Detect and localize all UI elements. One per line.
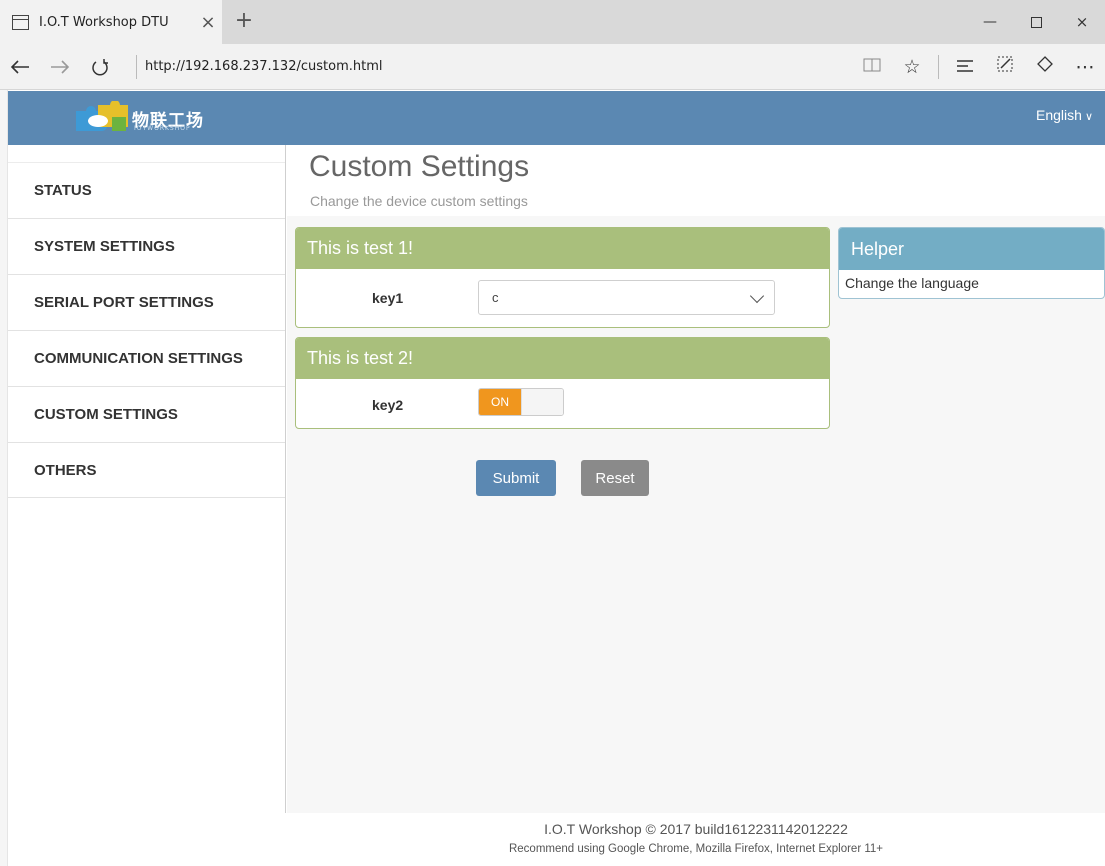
maximize-button[interactable] [1013, 0, 1059, 44]
footer: I.O.T Workshop © 2017 build1612231142012… [287, 813, 1105, 866]
page-icon [12, 14, 29, 30]
url-divider [136, 54, 137, 79]
app-header: 物联工场 IOTWORKSHOP English ∨ [8, 91, 1105, 145]
switch-on-label: ON [479, 389, 521, 415]
refresh-icon[interactable] [80, 44, 120, 90]
maximize-icon [1030, 16, 1042, 28]
browser-nav-bar: http://192.168.237.132/custom.html ☆ ⋯ [0, 44, 1105, 90]
panel-title: This is test 2! [296, 338, 829, 379]
sidebar-item-serial-port-settings[interactable]: SERIAL PORT SETTINGS [8, 274, 285, 330]
sidebar-item-system-settings[interactable]: SYSTEM SETTINGS [8, 218, 285, 274]
minimize-button[interactable]: — [967, 0, 1013, 44]
helper-text: Change the language [845, 275, 979, 291]
sidebar-item-label: SYSTEM SETTINGS [34, 238, 175, 255]
sidebar-item-label: STATUS [34, 182, 92, 199]
form-row-key2: key2 ON [296, 379, 829, 428]
sidebar: STATUS SYSTEM SETTINGS SERIAL PORT SETTI… [8, 145, 286, 813]
share-icon[interactable] [1025, 55, 1065, 78]
key1-label: key1 [372, 290, 404, 306]
close-tab-icon[interactable]: × [194, 12, 222, 33]
sidebar-item-communication-settings[interactable]: COMMUNICATION SETTINGS [8, 330, 285, 386]
reading-view-icon[interactable] [852, 56, 892, 78]
key2-switch[interactable]: ON [478, 388, 564, 416]
form-row-key1: key1 c [296, 269, 829, 327]
new-tab-icon[interactable]: + [232, 8, 256, 33]
sidebar-item-status[interactable]: STATUS [8, 162, 285, 218]
browser-tab[interactable]: I.O.T Workshop DTU × [0, 0, 222, 44]
switch-handle[interactable] [521, 389, 563, 415]
web-note-icon[interactable] [985, 55, 1025, 78]
chevron-down-icon [749, 288, 765, 304]
panel-test-1: This is test 1! key1 c [295, 227, 830, 328]
helper-title: Helper [839, 228, 1104, 270]
language-selector[interactable]: English ∨ [1036, 107, 1093, 123]
window-left-edge [0, 90, 8, 866]
sidebar-item-custom-settings[interactable]: CUSTOM SETTINGS [8, 386, 285, 442]
logo-subtext: IOTWORKSHOP [134, 125, 191, 132]
sidebar-item-label: COMMUNICATION SETTINGS [34, 350, 243, 367]
key1-select[interactable]: c [478, 280, 775, 315]
browser-toolbar-right: ☆ ⋯ [852, 44, 1105, 90]
sidebar-item-label: SERIAL PORT SETTINGS [34, 294, 214, 311]
helper-panel: Helper Change the language [838, 227, 1105, 299]
language-label: English [1036, 107, 1082, 123]
address-bar[interactable]: http://192.168.237.132/custom.html [145, 59, 852, 74]
page-title: Custom Settings [309, 150, 530, 183]
panel-title: This is test 1! [296, 228, 829, 269]
submit-button[interactable]: Submit [476, 460, 556, 496]
footer-browser-note: Recommend using Google Chrome, Mozilla F… [508, 843, 884, 855]
hub-icon[interactable] [945, 56, 985, 78]
window-controls: — × [967, 0, 1105, 44]
puzzle-logo-icon [76, 100, 128, 131]
reset-button[interactable]: Reset [581, 460, 649, 496]
sidebar-item-label: OTHERS [34, 461, 97, 479]
sidebar-item-others[interactable]: OTHERS [8, 442, 285, 498]
key2-label: key2 [372, 397, 404, 413]
app-logo[interactable]: 物联工场 IOTWORKSHOP [72, 100, 212, 135]
close-window-button[interactable]: × [1059, 0, 1105, 44]
footer-copyright: I.O.T Workshop © 2017 build1612231142012… [544, 821, 848, 837]
page-subtitle: Change the device custom settings [310, 193, 528, 209]
more-options-icon[interactable]: ⋯ [1065, 56, 1105, 78]
forward-arrow-icon[interactable] [40, 44, 80, 90]
select-value: c [492, 290, 499, 305]
chevron-down-icon: ∨ [1084, 111, 1093, 123]
toolbar-separator [938, 54, 939, 79]
back-arrow-icon[interactable] [0, 44, 40, 90]
sidebar-item-label: CUSTOM SETTINGS [34, 406, 178, 423]
browser-tab-bar: I.O.T Workshop DTU × + — × [0, 0, 1105, 44]
tab-title: I.O.T Workshop DTU [39, 14, 169, 30]
favorite-star-icon[interactable]: ☆ [892, 56, 932, 78]
panel-test-2: This is test 2! key2 ON [295, 337, 830, 429]
